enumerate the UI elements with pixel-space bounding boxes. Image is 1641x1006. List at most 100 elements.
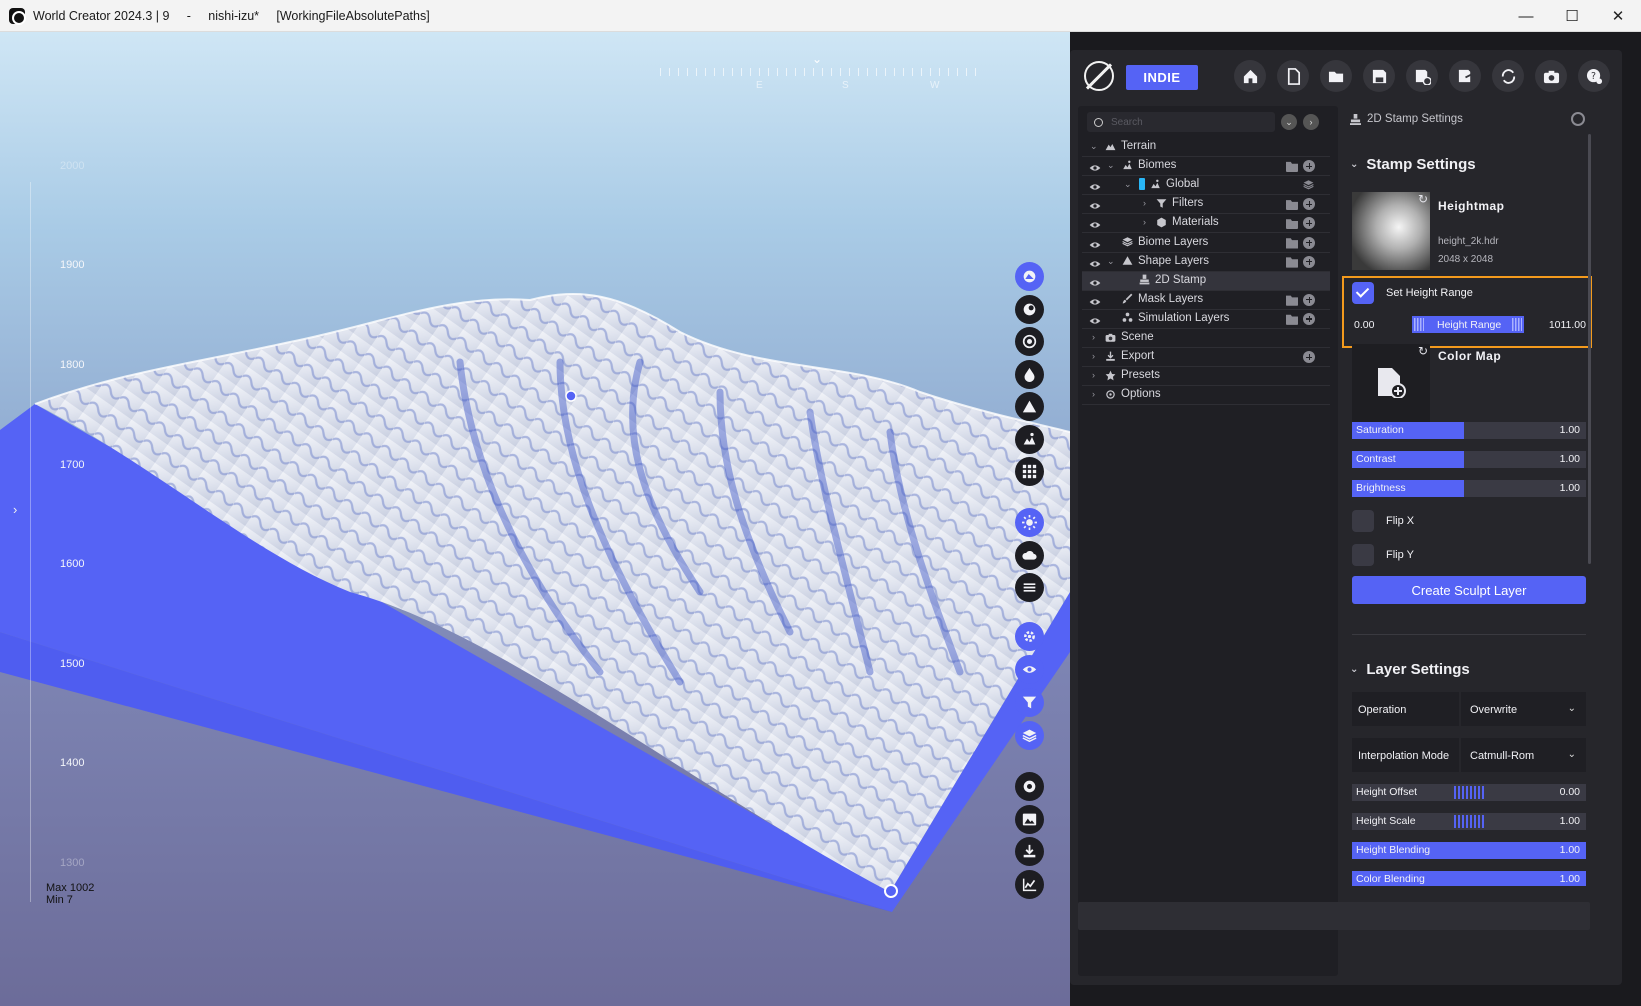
fog-tool-button[interactable] (1015, 573, 1044, 602)
layers-tool-button[interactable] (1015, 721, 1044, 750)
minimize-button[interactable]: — (1503, 0, 1549, 32)
reload-colormap-icon[interactable]: ↻ (1418, 344, 1428, 358)
flip-y-checkbox[interactable] (1352, 544, 1374, 566)
terrain-render[interactable] (0, 32, 1070, 1006)
cloud-tool-button[interactable] (1015, 540, 1044, 570)
chevron-right-icon[interactable]: › (1143, 217, 1146, 227)
tree-item-scene[interactable]: › Scene (1082, 329, 1330, 348)
erosion-tool-button[interactable] (1015, 327, 1044, 356)
collapse-all-icon[interactable]: ⌄ (1281, 114, 1297, 130)
tree-item-materials[interactable]: › Materials (1082, 214, 1330, 234)
add-folder-icon[interactable] (1286, 257, 1298, 268)
layers-icon[interactable] (1303, 179, 1315, 191)
add-folder-icon[interactable] (1286, 295, 1298, 306)
new-file-button[interactable] (1277, 60, 1309, 92)
tree-item-mask-layers[interactable]: Mask Layers (1082, 291, 1330, 310)
tree-item-simulation-layers[interactable]: Simulation Layers (1082, 310, 1330, 329)
camera-button[interactable] (1535, 60, 1567, 92)
chevron-right-icon[interactable]: › (1092, 332, 1095, 342)
settings-scrollbar[interactable] (1588, 134, 1591, 564)
settings-gear-icon[interactable] (1571, 112, 1585, 126)
add-folder-icon[interactable] (1286, 219, 1298, 230)
visibility-eye-icon[interactable] (1089, 181, 1101, 196)
tree-item-2d-stamp[interactable]: 2D Stamp (1082, 271, 1330, 292)
3d-viewport[interactable]: ⌄ E S W 2000 1900 1800 1700 1600 1500 14… (0, 32, 1070, 1006)
add-layer-icon[interactable] (1303, 255, 1315, 268)
add-layer-icon[interactable] (1303, 236, 1315, 249)
record-tool-button[interactable] (1015, 772, 1044, 801)
layer-settings-section[interactable]: ⌄ Layer Settings (1350, 661, 1470, 678)
stamp-settings-section[interactable]: ⌄ Stamp Settings (1350, 156, 1476, 173)
chevron-down-icon[interactable]: ⌄ (1090, 141, 1098, 152)
visibility-eye-icon[interactable] (1089, 162, 1101, 177)
mountain-tool-button[interactable] (1015, 392, 1044, 421)
height-offset-slider[interactable]: Height Offset 0.00 (1352, 784, 1586, 801)
tree-item-shape-layers[interactable]: ⌄ Shape Layers (1082, 253, 1330, 272)
help-button[interactable]: ? (1578, 60, 1610, 92)
interpolation-dropdown[interactable]: Interpolation Mode Catmull-Rom ⌄ (1352, 738, 1586, 772)
filter-tool-button[interactable] (1015, 688, 1044, 717)
color-blending-slider[interactable]: Color Blending 1.00 (1352, 871, 1586, 886)
tree-item-biome-layers[interactable]: Biome Layers (1082, 234, 1330, 253)
tree-item-export[interactable]: › Export (1082, 348, 1330, 368)
add-layer-icon[interactable] (1303, 293, 1315, 306)
open-folder-button[interactable] (1320, 60, 1352, 92)
tree-item-presets[interactable]: › Presets (1082, 367, 1330, 387)
search-input[interactable] (1111, 116, 1261, 128)
visibility-eye-icon[interactable] (1089, 239, 1101, 254)
download-tool-button[interactable] (1015, 837, 1044, 866)
height-range-max-handle[interactable] (1512, 318, 1522, 331)
saturation-slider[interactable]: Saturation 1.00 (1352, 422, 1586, 439)
home-button[interactable] (1234, 60, 1266, 92)
reload-heightmap-icon[interactable]: ↻ (1418, 192, 1428, 206)
expand-all-icon[interactable]: › (1303, 114, 1319, 130)
image-tool-button[interactable] (1015, 804, 1044, 834)
height-range-slider[interactable]: 0.00 Height Range 1011.00 (1352, 316, 1586, 333)
add-layer-icon[interactable] (1303, 351, 1315, 364)
tree-item-terrain[interactable]: ⌄ Terrain (1082, 138, 1330, 157)
create-sculpt-layer-button[interactable]: Create Sculpt Layer (1352, 576, 1586, 604)
visibility-eye-icon[interactable] (1089, 200, 1101, 215)
add-layer-icon[interactable] (1303, 198, 1315, 211)
settings-tool-button[interactable] (1015, 622, 1044, 651)
chart-tool-button[interactable] (1015, 869, 1044, 899)
slider-handle[interactable] (1454, 786, 1484, 799)
tree-item-biomes[interactable]: ⌄ Biomes (1082, 157, 1330, 177)
add-folder-icon[interactable] (1286, 200, 1298, 211)
chevron-down-icon[interactable]: ⌄ (1107, 256, 1115, 267)
sync-button[interactable] (1492, 60, 1524, 92)
close-button[interactable]: ✕ (1595, 0, 1641, 32)
set-height-range-checkbox[interactable] (1352, 282, 1374, 304)
sun-tool-button[interactable] (1015, 508, 1044, 537)
chevron-right-icon[interactable]: › (1092, 351, 1095, 361)
chevron-right-icon[interactable]: › (1143, 198, 1146, 208)
terrain-tool-tool-button[interactable] (1015, 262, 1044, 291)
add-folder-icon[interactable] (1286, 314, 1298, 325)
add-layer-icon[interactable] (1303, 312, 1315, 325)
visibility-eye-icon[interactable] (1089, 315, 1101, 330)
add-layer-icon[interactable] (1303, 160, 1315, 173)
water-tool-button[interactable] (1015, 359, 1044, 389)
chevron-right-icon[interactable]: › (1092, 370, 1095, 380)
flip-x-checkbox[interactable] (1352, 510, 1374, 532)
visibility-eye-icon[interactable] (1089, 219, 1101, 234)
chevron-right-icon[interactable]: › (1092, 389, 1095, 399)
export-file-button[interactable] (1449, 60, 1481, 92)
operation-dropdown[interactable]: Operation Overwrite ⌄ (1352, 692, 1586, 726)
contrast-slider[interactable]: Contrast 1.00 (1352, 451, 1586, 468)
grid-tool-button[interactable] (1015, 457, 1044, 486)
eye-tool-button[interactable] (1015, 655, 1044, 684)
add-layer-icon[interactable] (1303, 217, 1315, 230)
sculpt-tool-button[interactable] (1015, 294, 1044, 324)
chevron-down-icon[interactable]: ⌄ (1124, 179, 1132, 190)
tree-item-global[interactable]: ⌄ Global (1082, 176, 1330, 196)
brightness-slider[interactable]: Brightness 1.00 (1352, 480, 1586, 497)
visibility-eye-icon[interactable] (1089, 296, 1101, 311)
visibility-eye-icon[interactable] (1089, 277, 1101, 292)
chevron-down-icon[interactable]: ⌄ (1107, 160, 1115, 171)
tree-item-filters[interactable]: › Filters (1082, 195, 1330, 215)
height-scale-slider[interactable]: Height Scale 1.00 (1352, 813, 1586, 830)
biome-tool-button[interactable] (1015, 424, 1044, 454)
tree-item-options[interactable]: › Options (1082, 386, 1330, 406)
maximize-button[interactable]: ☐ (1549, 0, 1595, 32)
